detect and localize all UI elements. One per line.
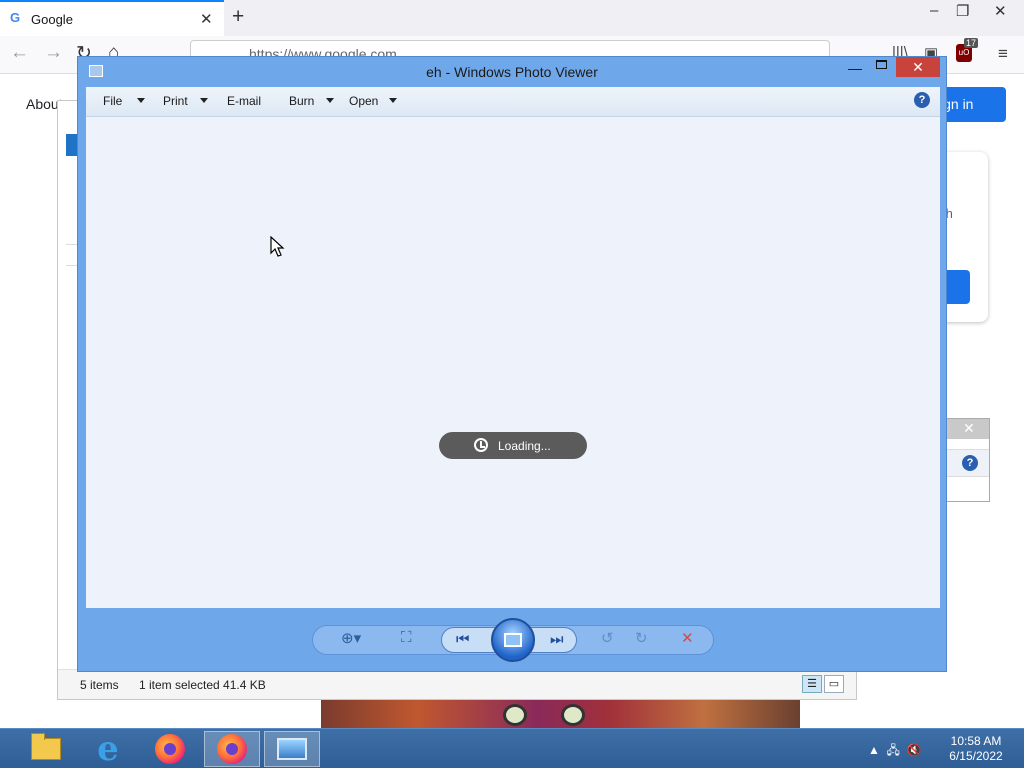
slideshow-button[interactable] xyxy=(491,618,535,662)
loading-indicator: Loading... xyxy=(439,432,587,459)
photo-viewer-menu-bar: File Print E-mail Burn Open ? xyxy=(86,87,940,117)
system-clock[interactable]: 10:58 AM 6/15/2022 xyxy=(946,734,1006,764)
taskbar-photo-viewer[interactable] xyxy=(264,731,320,767)
browser-minimize-button[interactable]: – xyxy=(930,2,938,19)
browser-tab-google[interactable]: G Google ✕ xyxy=(0,0,224,36)
taskbar-firefox-1[interactable] xyxy=(142,731,198,767)
zoom-icon[interactable]: ⊕▾ xyxy=(341,629,361,647)
slideshow-icon xyxy=(504,633,522,647)
menu-email[interactable]: E-mail xyxy=(227,94,261,108)
taskbar-file-explorer[interactable] xyxy=(18,731,74,767)
delete-icon[interactable]: ✕ xyxy=(681,629,694,647)
maximize-button[interactable] xyxy=(876,60,887,69)
ublock-badge: 17 xyxy=(964,38,979,48)
firefox-icon xyxy=(155,734,185,764)
forward-icon[interactable]: → xyxy=(44,42,63,64)
loading-label: Loading... xyxy=(498,439,551,453)
open-dropdown-arrow-icon[interactable] xyxy=(389,98,397,103)
menu-open[interactable]: Open xyxy=(349,94,378,108)
minimize-button[interactable]: — xyxy=(848,60,862,76)
internet-explorer-icon: e xyxy=(97,729,119,769)
dialog-toolbar: ? xyxy=(945,449,989,477)
photo-viewer-icon xyxy=(277,738,307,760)
tray-icons[interactable]: ▲ 🖧 🔇 xyxy=(868,741,922,762)
new-tab-button[interactable]: + xyxy=(232,5,244,29)
burn-dropdown-arrow-icon[interactable] xyxy=(326,98,334,103)
photo-viewer-window: eh - Windows Photo Viewer — ✕ File Print… xyxy=(77,56,947,672)
rotate-ccw-icon[interactable]: ↺ xyxy=(601,629,614,647)
file-dropdown-arrow-icon[interactable] xyxy=(137,98,145,103)
close-tab-icon[interactable]: ✕ xyxy=(200,10,213,28)
explorer-status-bar: 5 items 1 item selected 41.4 KB ☰ ▭ xyxy=(58,669,856,699)
next-icon[interactable]: ⏭ xyxy=(550,631,564,648)
dialog-close-icon[interactable]: ✕ xyxy=(963,420,975,437)
image-eye-left xyxy=(503,704,527,726)
menu-burn[interactable]: Burn xyxy=(289,94,314,108)
google-favicon-icon: G xyxy=(10,10,21,25)
window-title: eh - Windows Photo Viewer xyxy=(426,64,598,80)
close-button[interactable]: ✕ xyxy=(896,57,940,77)
previous-icon[interactable]: ⏮ xyxy=(456,631,470,648)
clock-date: 6/15/2022 xyxy=(949,749,1003,763)
help-icon[interactable]: ? xyxy=(962,455,978,471)
status-item-count: 5 items xyxy=(80,678,119,692)
browser-close-button[interactable]: ✕ xyxy=(994,2,1007,20)
taskbar: e ▲ 🖧 🔇 10:58 AM 6/15/2022 xyxy=(0,728,1024,768)
browser-tab-bar: G Google ✕ + – ❐ ✕ xyxy=(0,0,1024,36)
file-explorer-icon xyxy=(31,733,61,760)
large-icons-view-icon[interactable]: ▭ xyxy=(824,675,844,693)
taskbar-internet-explorer[interactable]: e xyxy=(80,731,136,767)
taskbar-firefox-2[interactable] xyxy=(204,731,260,767)
background-dialog: ✕ ? xyxy=(944,418,990,502)
menu-print[interactable]: Print xyxy=(163,94,188,108)
rotate-cw-icon[interactable]: ↻ xyxy=(635,629,648,647)
back-icon[interactable]: ← xyxy=(10,42,29,64)
clock-icon xyxy=(474,438,488,452)
fit-window-icon[interactable]: ⛶ xyxy=(401,629,412,646)
image-display-area[interactable]: Loading... xyxy=(86,117,940,608)
firefox-icon xyxy=(217,734,247,764)
browser-restore-button[interactable]: ❐ xyxy=(956,2,969,20)
help-icon[interactable]: ? xyxy=(914,92,930,108)
status-selection: 1 item selected 41.4 KB xyxy=(139,678,266,692)
photo-viewer-titlebar[interactable]: eh - Windows Photo Viewer — ✕ xyxy=(78,57,946,87)
details-view-icon[interactable]: ☰ xyxy=(802,675,822,693)
mouse-cursor-icon xyxy=(270,236,285,257)
playback-controls: ⊕▾ ⛶ ⏮ ⏭ ↺ ↻ ✕ xyxy=(312,618,714,662)
dialog-titlebar: ✕ xyxy=(945,419,989,439)
media-preview-image xyxy=(321,700,800,730)
image-eye-right xyxy=(561,704,585,726)
tab-title: Google xyxy=(31,12,73,27)
print-dropdown-arrow-icon[interactable] xyxy=(200,98,208,103)
menu-file[interactable]: File xyxy=(103,94,122,108)
menu-icon[interactable]: ≡ xyxy=(998,44,1008,64)
clock-time: 10:58 AM xyxy=(950,734,1002,748)
